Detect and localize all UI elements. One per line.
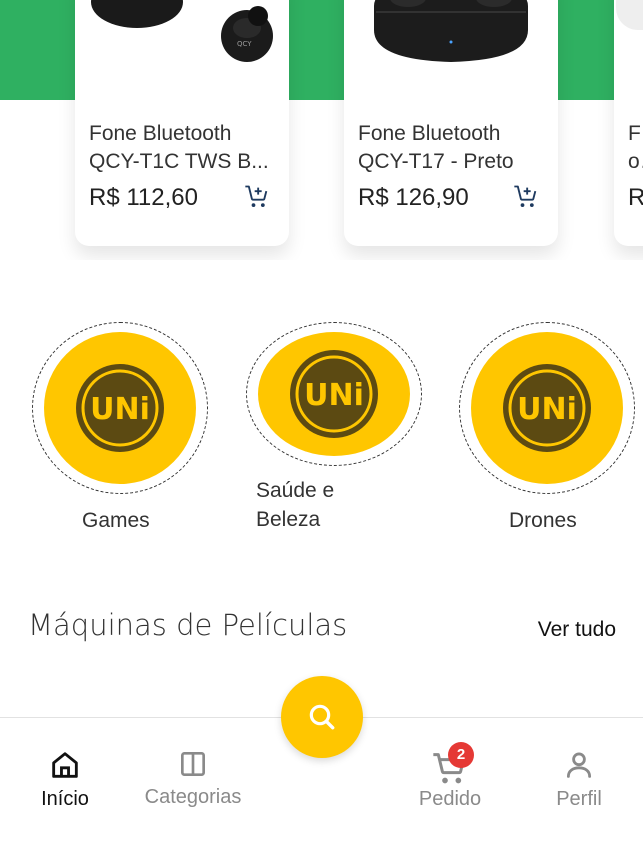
nav-label: Perfil [556,788,602,810]
product-carousel[interactable]: QCY Fone Bluetooth QCY-T1C TWS B... R$ 1… [0,0,643,260]
category-label: Saúde e Beleza [256,479,335,531]
nav-inicio[interactable]: Início [36,748,94,811]
svg-text:UNi: UNi [304,378,364,413]
add-to-cart-icon[interactable] [512,183,540,211]
product-price: R$ 126,90 [358,184,469,211]
product-card[interactable]: Fo JB R [614,0,643,246]
category-label: Drones [509,509,577,532]
search-icon [309,704,335,730]
earbuds-case-icon [344,0,558,90]
cart-badge: 2 [448,742,474,768]
columns-icon [181,752,205,776]
see-all-link[interactable]: Ver tudo [538,618,616,642]
add-to-cart-icon[interactable] [243,183,271,211]
search-button[interactable] [281,676,363,758]
uni-logo-icon: UNi [503,364,591,452]
uni-logo-icon: UNi [76,364,164,452]
earbuds-icon: QCY [75,0,289,90]
nav-pedido[interactable]: 2 Pedido [414,742,486,811]
section-title: Máquinas de Películas [28,608,348,642]
category-disc: UNi [471,332,623,484]
svg-text:UNi: UNi [517,392,577,427]
product-card[interactable]: Fone Bluetooth QCY-T17 - Preto R$ 126,90 [344,0,558,246]
product-name: Fone Bluetooth QCY-T1C TWS B... [89,122,269,173]
nav-label: Início [41,788,89,810]
uni-logo-icon: UNi [290,350,378,438]
product-price: R$ 112,60 [89,184,198,211]
person-icon [566,752,592,778]
product-card[interactable]: QCY Fone Bluetooth QCY-T1C TWS B... R$ 1… [75,0,289,246]
category-disc: UNi [258,332,410,456]
product-name: Fone Bluetooth QCY-T17 - Preto [358,122,514,173]
category-label: Games [82,509,150,532]
home-icon [52,752,78,778]
nav-label: Pedido [418,788,482,810]
nav-perfil[interactable]: Perfil [548,748,610,811]
product-price: R [628,184,643,211]
nav-categorias[interactable]: Categorias [138,748,248,809]
svg-text:UNi: UNi [90,392,150,427]
product-image-icon [614,0,643,90]
svg-text:QCY: QCY [237,40,252,48]
product-name: Fo JB [628,122,641,173]
category-disc: UNi [44,332,196,484]
nav-label: Categorias [144,786,242,808]
